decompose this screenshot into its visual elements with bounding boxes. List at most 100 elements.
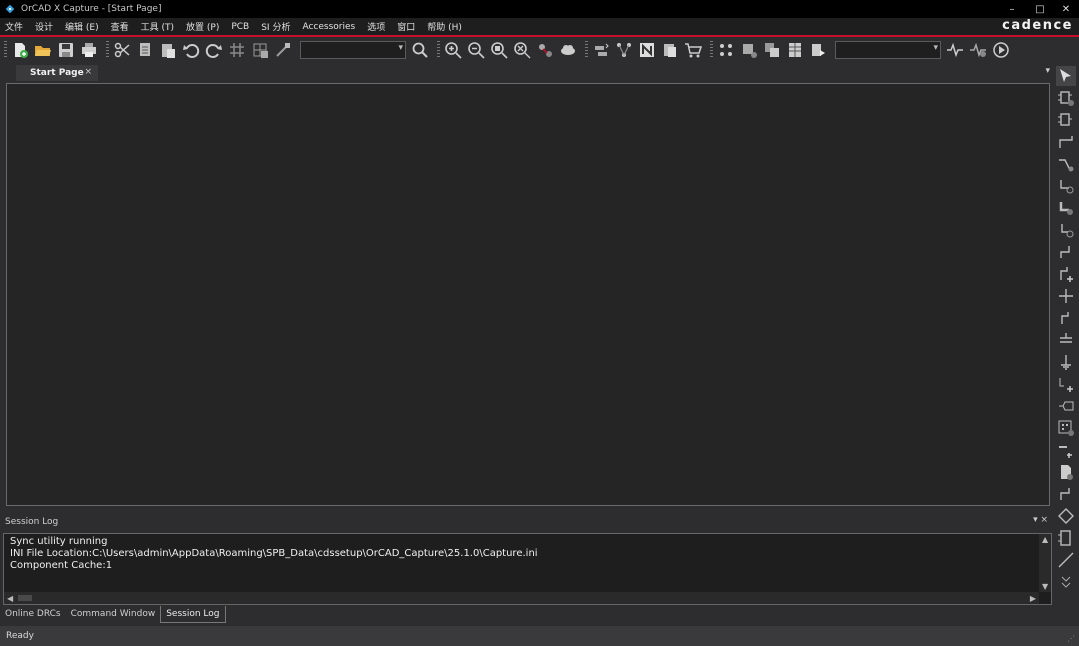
pcb-editor-icon[interactable] [762,40,782,60]
run-simulation-icon[interactable] [991,40,1011,60]
horizontal-scrollbar[interactable]: ◀ ▶ [4,592,1039,604]
print-icon[interactable] [79,40,99,60]
menu-accessories[interactable]: Accessories [302,22,355,32]
place-text-icon[interactable] [1056,462,1076,482]
save-icon[interactable] [56,40,76,60]
place-wire-icon[interactable] [1056,132,1076,152]
variant-combo[interactable] [835,41,941,59]
zoom-all-icon[interactable] [512,40,532,60]
drag-connected-icon[interactable] [273,40,293,60]
log-line: Sync utility running [10,536,108,547]
place-hier-pin-icon[interactable] [1056,440,1076,460]
simulation-profile-icon[interactable] [945,40,965,60]
cloud-icon[interactable] [558,40,578,60]
menu-options[interactable]: 选项 [367,20,385,33]
toolbar-grip[interactable] [4,41,7,59]
tab-command-window[interactable]: Command Window [66,606,161,622]
zoom-area-icon[interactable] [489,40,509,60]
session-log-window-controls[interactable]: ▾ × [1033,515,1048,525]
toolbar-separator [710,41,713,59]
zoom-out-icon[interactable] [466,40,486,60]
notepad-icon[interactable] [637,40,657,60]
tab-session-log[interactable]: Session Log [160,605,226,623]
cadence-logo: cadence [1002,18,1073,33]
select-pointer-icon[interactable] [1056,66,1076,86]
scroll-left-icon[interactable]: ◀ [7,594,13,603]
search-icon[interactable] [410,40,430,60]
menu-view[interactable]: 查看 [111,20,129,33]
place-ground-icon[interactable] [1056,308,1076,328]
place-power-icon[interactable] [1056,286,1076,306]
cut-icon[interactable] [112,40,132,60]
place-bus-entry-icon[interactable] [1056,242,1076,262]
constraint-manager-icon[interactable] [808,40,828,60]
place-no-connect-icon[interactable] [1056,374,1076,394]
part-search-combo[interactable] [300,41,406,59]
menu-pcb[interactable]: PCB [231,22,249,32]
menu-design[interactable]: 设计 [35,20,53,33]
tab-start-page[interactable]: Start Page × [16,65,98,81]
place-port-icon[interactable] [1056,352,1076,372]
bom-icon[interactable] [660,40,680,60]
place-offpage-icon[interactable] [1056,330,1076,350]
close-button[interactable]: ✕ [1052,0,1079,18]
undo-icon[interactable] [181,40,201,60]
place-pspice-part-icon[interactable] [1056,110,1076,130]
place-bus-icon[interactable] [1056,198,1076,218]
spreadsheet-icon[interactable] [785,40,805,60]
maximize-button[interactable]: □ [1026,0,1054,18]
horizontal-scroll-thumb[interactable] [18,595,32,601]
menu-file[interactable]: 文件 [5,20,23,33]
tabs-dropdown-icon[interactable]: ▾ [1045,66,1050,76]
place-part-icon[interactable] [739,40,759,60]
place-ellipse-icon[interactable] [1056,550,1076,570]
tab-close-icon[interactable]: × [84,67,92,77]
cross-probe-icon[interactable] [716,40,736,60]
new-file-icon[interactable] [10,40,30,60]
place-part-tool-icon[interactable] [1056,88,1076,108]
tab-online-drcs[interactable]: Online DRCs [0,606,66,622]
grid-icon[interactable] [227,40,247,60]
zoom-in-icon[interactable] [443,40,463,60]
scroll-down-icon[interactable]: ▼ [1042,582,1048,591]
place-net-alias-icon[interactable] [1056,264,1076,284]
scroll-up-icon[interactable]: ▲ [1042,535,1048,544]
cart-icon[interactable] [683,40,703,60]
log-line: INI File Location:C:\Users\admin\AppData… [10,548,538,559]
menu-window[interactable]: 窗口 [397,20,415,33]
scroll-right-icon[interactable]: ▶ [1030,594,1036,603]
copy-icon[interactable] [135,40,155,60]
place-rectangle-icon[interactable] [1056,528,1076,548]
place-hier-port-icon[interactable] [1056,418,1076,438]
backannotate-icon[interactable] [591,40,611,60]
toolbar-separator [106,41,109,59]
paste-icon[interactable] [158,40,178,60]
bottom-panel-tabs: Online DRCs Command Window Session Log [0,605,1054,623]
vertical-scrollbar[interactable]: ▲ ▼ [1039,534,1051,592]
menu-bar: 文件 设计 编辑 (E) 查看 工具 (T) 放置 (P) PCB SI 分析 … [0,18,1079,37]
place-hier-block-icon[interactable] [1056,396,1076,416]
title-bar: OrCAD X Capture - [Start Page] – □ ✕ [0,0,1079,18]
menu-edit[interactable]: 编辑 (E) [65,20,99,33]
snap-grid-icon[interactable] [250,40,270,60]
start-page-canvas[interactable] [6,83,1050,506]
minimize-button[interactable]: – [998,0,1026,18]
place-net-group-icon[interactable] [1056,176,1076,196]
session-log-panel[interactable]: Sync utility running INI File Location:C… [3,533,1052,605]
annotate-icon[interactable] [535,40,555,60]
menu-tools[interactable]: 工具 (T) [141,20,174,33]
menu-place[interactable]: 放置 (P) [186,20,219,33]
netlist-icon[interactable] [614,40,634,60]
menu-help[interactable]: 帮助 (H) [427,20,462,33]
resize-grip-icon[interactable]: ⋰ [1067,634,1075,643]
edit-simulation-icon[interactable] [968,40,988,60]
place-auto-wire-icon[interactable] [1056,154,1076,174]
place-line-icon[interactable] [1056,484,1076,504]
palette-more-icon[interactable] [1056,572,1076,592]
menu-si-analysis[interactable]: SI 分析 [261,20,290,33]
redo-icon[interactable] [204,40,224,60]
open-folder-icon[interactable] [33,40,53,60]
tab-start-page-label: Start Page [30,68,84,78]
place-junction-icon[interactable] [1056,220,1076,240]
place-polygon-icon[interactable] [1056,506,1076,526]
